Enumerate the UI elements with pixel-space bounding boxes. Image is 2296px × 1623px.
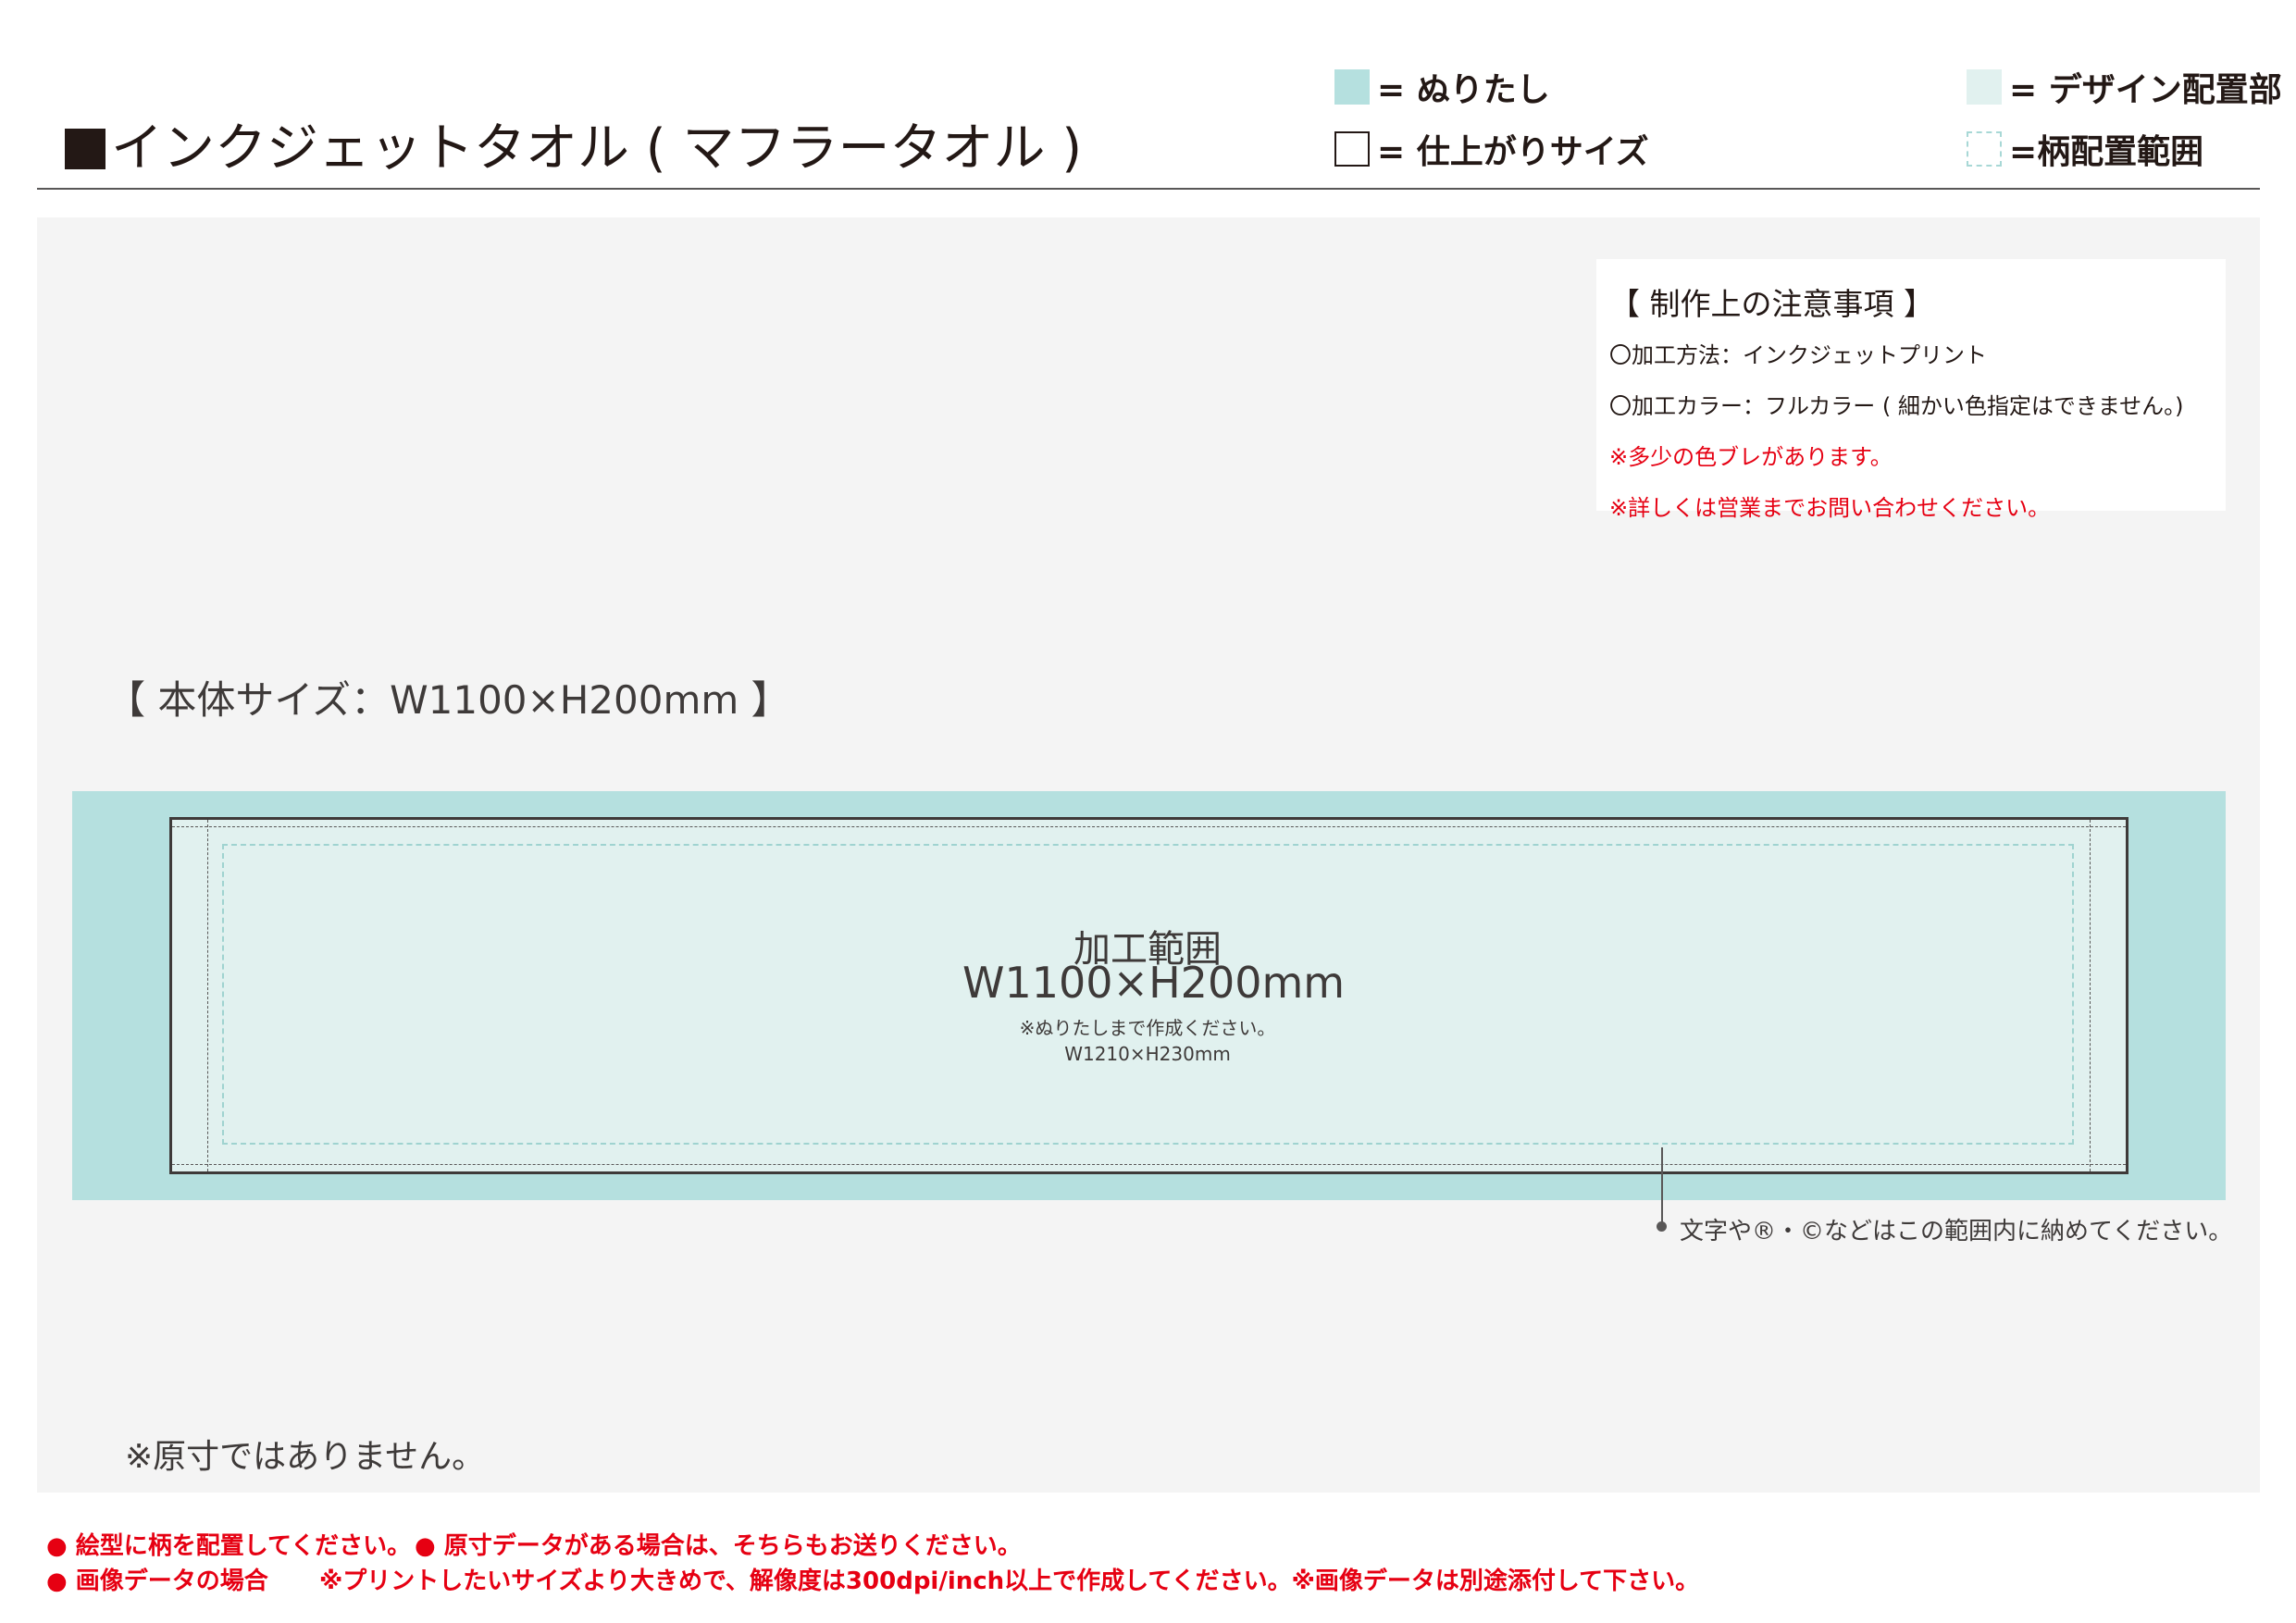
note-color: 〇加工カラー：フルカラー ( 細かい色指定はできません。) [1609, 393, 2184, 419]
area-bleed-size: W1210×H230mm [1064, 1043, 1231, 1065]
design-swatch-icon [1967, 69, 2002, 105]
header-divider [37, 188, 2260, 190]
note-warning-color: ※多少の色ブレがあります。 [1609, 444, 1893, 470]
footer-note-resolution: ※プリントしたいサイズより大きめで、解像度は300dpi/inch以上で作成して… [319, 1567, 1700, 1595]
hem-line-bottom [172, 1164, 2126, 1165]
page-title-text: インクジェットタオル ( マフラータオル ) [111, 118, 1083, 179]
bleed-swatch-icon [1334, 69, 1370, 105]
note-warning-contact: ※詳しくは営業までお問い合わせください。 [1609, 495, 2051, 521]
legend-finish: = 仕上がりサイズ [1334, 125, 1649, 173]
pattern-swatch-icon [1967, 131, 2002, 167]
hem-line-left [207, 820, 208, 1171]
leader-dot-icon [1657, 1221, 1667, 1232]
page-title: インクジェットタオル ( マフラータオル ) [65, 106, 1082, 181]
legend-bleed: = ぬりたし [1334, 63, 1550, 111]
footer-note-original-data: ● 原寸データがある場合は、そちらもお送りください。 [415, 1532, 1022, 1560]
legend-finish-label: = 仕上がりサイズ [1377, 133, 1649, 171]
legend-design-label: = デザイン配置部 [2009, 71, 2282, 109]
finish-swatch-icon [1334, 131, 1370, 167]
legend-bleed-label: = ぬりたし [1377, 71, 1550, 109]
leader-line [1661, 1147, 1663, 1226]
legend-pattern-label: =柄配置範囲 [2009, 133, 2204, 171]
area-bleed-note: ※ぬりたしまで作成ください。 [1019, 1017, 1276, 1039]
leader-text: 文字や®・©などはこの範囲内に納めてください。 [1680, 1218, 2233, 1245]
note-method: 〇加工方法：インクジェットプリント [1609, 342, 1987, 368]
hem-line-top [172, 826, 2126, 827]
square-bullet-icon [65, 129, 105, 169]
footer-note-place-pattern: ● 絵型に柄を配置してください。 [46, 1532, 412, 1560]
not-to-scale-note: ※原寸ではありません。 [125, 1438, 486, 1476]
notes-title: 【 制作上の注意事項 】 [1609, 286, 1934, 322]
production-notes: 【 制作上の注意事項 】 〇加工方法：インクジェットプリント 〇加工カラー：フル… [1596, 259, 2226, 521]
area-size: W1100×H200mm [962, 958, 1346, 1008]
hem-line-right [2090, 820, 2091, 1171]
legend-pattern: =柄配置範囲 [1967, 125, 2203, 173]
footer-note-image-data: ● 画像データの場合 [46, 1567, 268, 1595]
body-size-label: 【 本体サイズ：W1100×H200mm 】 [106, 677, 790, 723]
legend-design: = デザイン配置部 [1967, 63, 2282, 111]
